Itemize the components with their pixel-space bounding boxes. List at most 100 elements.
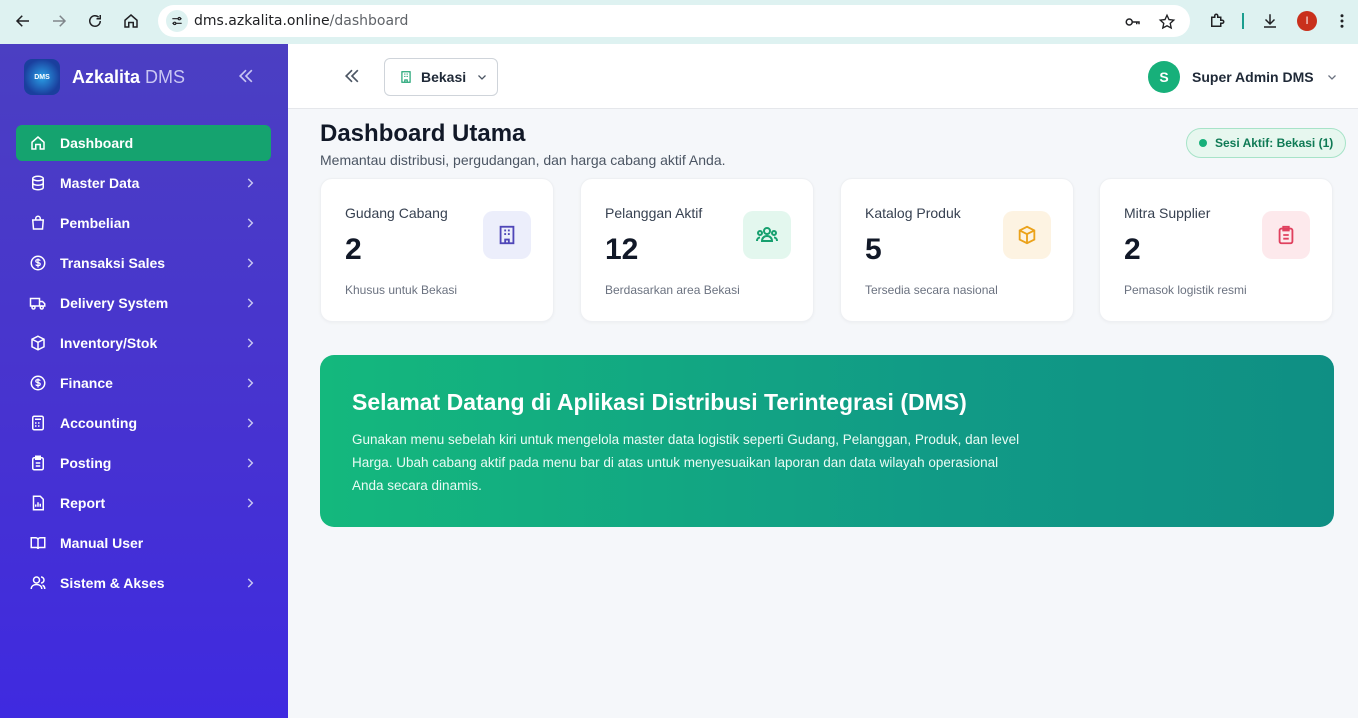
- reload-icon[interactable]: [84, 10, 106, 32]
- box-icon: [1003, 211, 1051, 259]
- chevron-right-icon: [247, 298, 254, 308]
- branch-selector[interactable]: Bekasi: [384, 58, 498, 96]
- key-icon[interactable]: [1124, 13, 1142, 31]
- card-note: Pemasok logistik resmi: [1124, 283, 1247, 297]
- chevron-right-icon: [247, 258, 254, 268]
- chevron-right-icon: [247, 458, 254, 468]
- site-settings-icon[interactable]: [166, 10, 188, 32]
- user-menu[interactable]: S Super Admin DMS: [1148, 60, 1338, 94]
- home-icon: [29, 134, 47, 152]
- user-name: Super Admin DMS: [1192, 69, 1314, 85]
- brand[interactable]: DMS Azkalita DMS: [24, 58, 185, 96]
- sidebar-item-accounting[interactable]: Accounting: [16, 405, 271, 441]
- sidebar-item-label: Finance: [60, 375, 113, 391]
- sidebar-item-delivery-system[interactable]: Delivery System: [16, 285, 271, 321]
- home-icon[interactable]: [120, 10, 142, 32]
- brand-name-primary: Azkalita: [72, 66, 141, 87]
- status-dot: [1199, 139, 1207, 147]
- profile-avatar[interactable]: I: [1297, 11, 1317, 31]
- brand-name: Azkalita DMS: [72, 67, 185, 88]
- sidebar-item-sistem-akses[interactable]: Sistem & Akses: [16, 565, 271, 601]
- welcome-banner: Selamat Datang di Aplikasi Distribusi Te…: [320, 355, 1334, 527]
- shopping-bag-icon: [29, 214, 47, 232]
- extensions-icon[interactable]: [1207, 11, 1227, 31]
- brand-name-secondary: DMS: [140, 66, 186, 87]
- clipboard-icon: [29, 454, 47, 472]
- sidebar-item-label: Report: [60, 495, 106, 511]
- sidebar-item-label: Pembelian: [60, 215, 131, 231]
- users-icon: [29, 574, 47, 592]
- url-text: dms.azkalita.online/dashboard: [194, 13, 408, 29]
- card-title: Katalog Produk: [865, 205, 961, 221]
- sidebar-item-inventory-stok[interactable]: Inventory/Stok: [16, 325, 271, 361]
- chevron-right-icon: [247, 578, 254, 588]
- brand-logo: DMS: [24, 59, 60, 95]
- dollar-circle-icon: [29, 374, 47, 392]
- card-title: Gudang Cabang: [345, 205, 448, 221]
- book-icon: [29, 534, 47, 552]
- sidebar-collapse-icon[interactable]: [236, 66, 256, 86]
- sidebar-item-label: Dashboard: [60, 135, 134, 151]
- card-note: Tersedia secara nasional: [865, 283, 998, 297]
- chevron-right-icon: [247, 178, 254, 188]
- box-icon: [29, 334, 47, 352]
- chevron-right-icon: [247, 498, 254, 508]
- top-header: Bekasi S Super Admin DMS: [288, 44, 1358, 109]
- branch-label: Bekasi: [421, 69, 467, 85]
- browser-menu-icon[interactable]: [1332, 11, 1352, 31]
- chevron-right-icon: [247, 418, 254, 428]
- sidebar-item-pembelian[interactable]: Pembelian: [16, 205, 271, 241]
- welcome-text: Gunakan menu sebelah kiri untuk mengelol…: [352, 432, 1020, 493]
- sidebar-item-label: Transaksi Sales: [60, 255, 166, 271]
- card-title: Pelanggan Aktif: [605, 205, 703, 221]
- address-bar[interactable]: dms.azkalita.online/dashboard: [158, 5, 1190, 37]
- sidebar-item-label: Sistem & Akses: [60, 575, 165, 591]
- back-arrow-icon[interactable]: [12, 10, 34, 32]
- sidebar-item-finance[interactable]: Finance: [16, 365, 271, 401]
- database-icon: [29, 174, 47, 192]
- card-note: Berdasarkan area Bekasi: [605, 283, 740, 297]
- page-subtitle: Memantau distribusi, pergudangan, dan ha…: [320, 152, 726, 168]
- download-icon[interactable]: [1260, 11, 1280, 31]
- sidebar-item-label: Accounting: [60, 415, 137, 431]
- sidebar-item-report[interactable]: Report: [16, 485, 271, 521]
- chevron-right-icon: [247, 218, 254, 228]
- truck-icon: [29, 294, 47, 312]
- card-value: 2: [1124, 233, 1141, 266]
- sidebar-item-label: Master Data: [60, 175, 140, 191]
- sidebar-item-posting[interactable]: Posting: [16, 445, 271, 481]
- sidebar-item-dashboard[interactable]: Dashboard: [16, 125, 271, 161]
- sidebar-item-master-data[interactable]: Master Data: [16, 165, 271, 201]
- report-icon: [29, 494, 47, 512]
- stat-card-pelanggan: Pelanggan Aktif 12 Berdasarkan area Beka…: [580, 178, 814, 322]
- users-icon: [743, 211, 791, 259]
- card-value: 5: [865, 233, 882, 266]
- stat-card-gudang: Gudang Cabang 2 Khusus untuk Bekasi: [320, 178, 554, 322]
- chevron-down-icon: [478, 75, 487, 80]
- chevron-down-icon: [1327, 75, 1336, 80]
- page-title: Dashboard Utama: [320, 120, 526, 147]
- sidebar-menu: Dashboard Master Data Pembelian Transaks…: [16, 125, 271, 605]
- card-note: Khusus untuk Bekasi: [345, 283, 458, 297]
- building-icon: [401, 71, 411, 83]
- dollar-circle-icon: [29, 254, 47, 272]
- forward-arrow-icon[interactable]: [48, 10, 70, 32]
- sidebar-item-label: Inventory/Stok: [60, 335, 158, 351]
- card-title: Mitra Supplier: [1124, 205, 1211, 221]
- avatar: S: [1148, 61, 1180, 93]
- sidebar: DMS Azkalita DMS Dashboard Master Data P…: [0, 44, 288, 718]
- sidebar-item-manual-user[interactable]: Manual User: [16, 525, 271, 561]
- toolbar-divider: [1242, 13, 1244, 29]
- sidebar-item-transaksi-sales[interactable]: Transaksi Sales: [16, 245, 271, 281]
- chevron-right-icon: [247, 378, 254, 388]
- sidebar-item-label: Manual User: [60, 535, 144, 551]
- status-badge: Sesi Aktif: Bekasi (1): [1186, 128, 1347, 158]
- card-value: 12: [605, 233, 639, 266]
- card-value: 2: [345, 233, 362, 266]
- url-host: dms.azkalita.online: [194, 13, 330, 29]
- browser-toolbar: dms.azkalita.online/dashboard I: [0, 0, 1358, 44]
- collapse-sidebar-icon[interactable]: [342, 66, 362, 86]
- bookmark-star-icon[interactable]: [1158, 13, 1176, 31]
- status-badge-label: Sesi Aktif: Bekasi (1): [1215, 136, 1334, 150]
- calculator-icon: [29, 414, 47, 432]
